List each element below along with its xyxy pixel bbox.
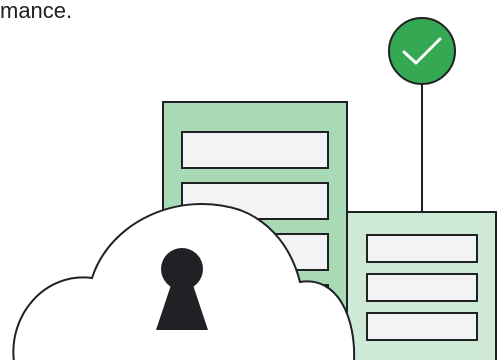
short-server-slot <box>366 234 478 263</box>
check-badge-circle <box>388 17 456 85</box>
tall-server-slot <box>181 131 329 169</box>
check-badge <box>388 17 456 85</box>
short-server-rack <box>346 211 497 360</box>
short-server-slot <box>366 273 478 302</box>
security-illustration <box>12 17 497 360</box>
short-server-slot <box>366 312 478 341</box>
